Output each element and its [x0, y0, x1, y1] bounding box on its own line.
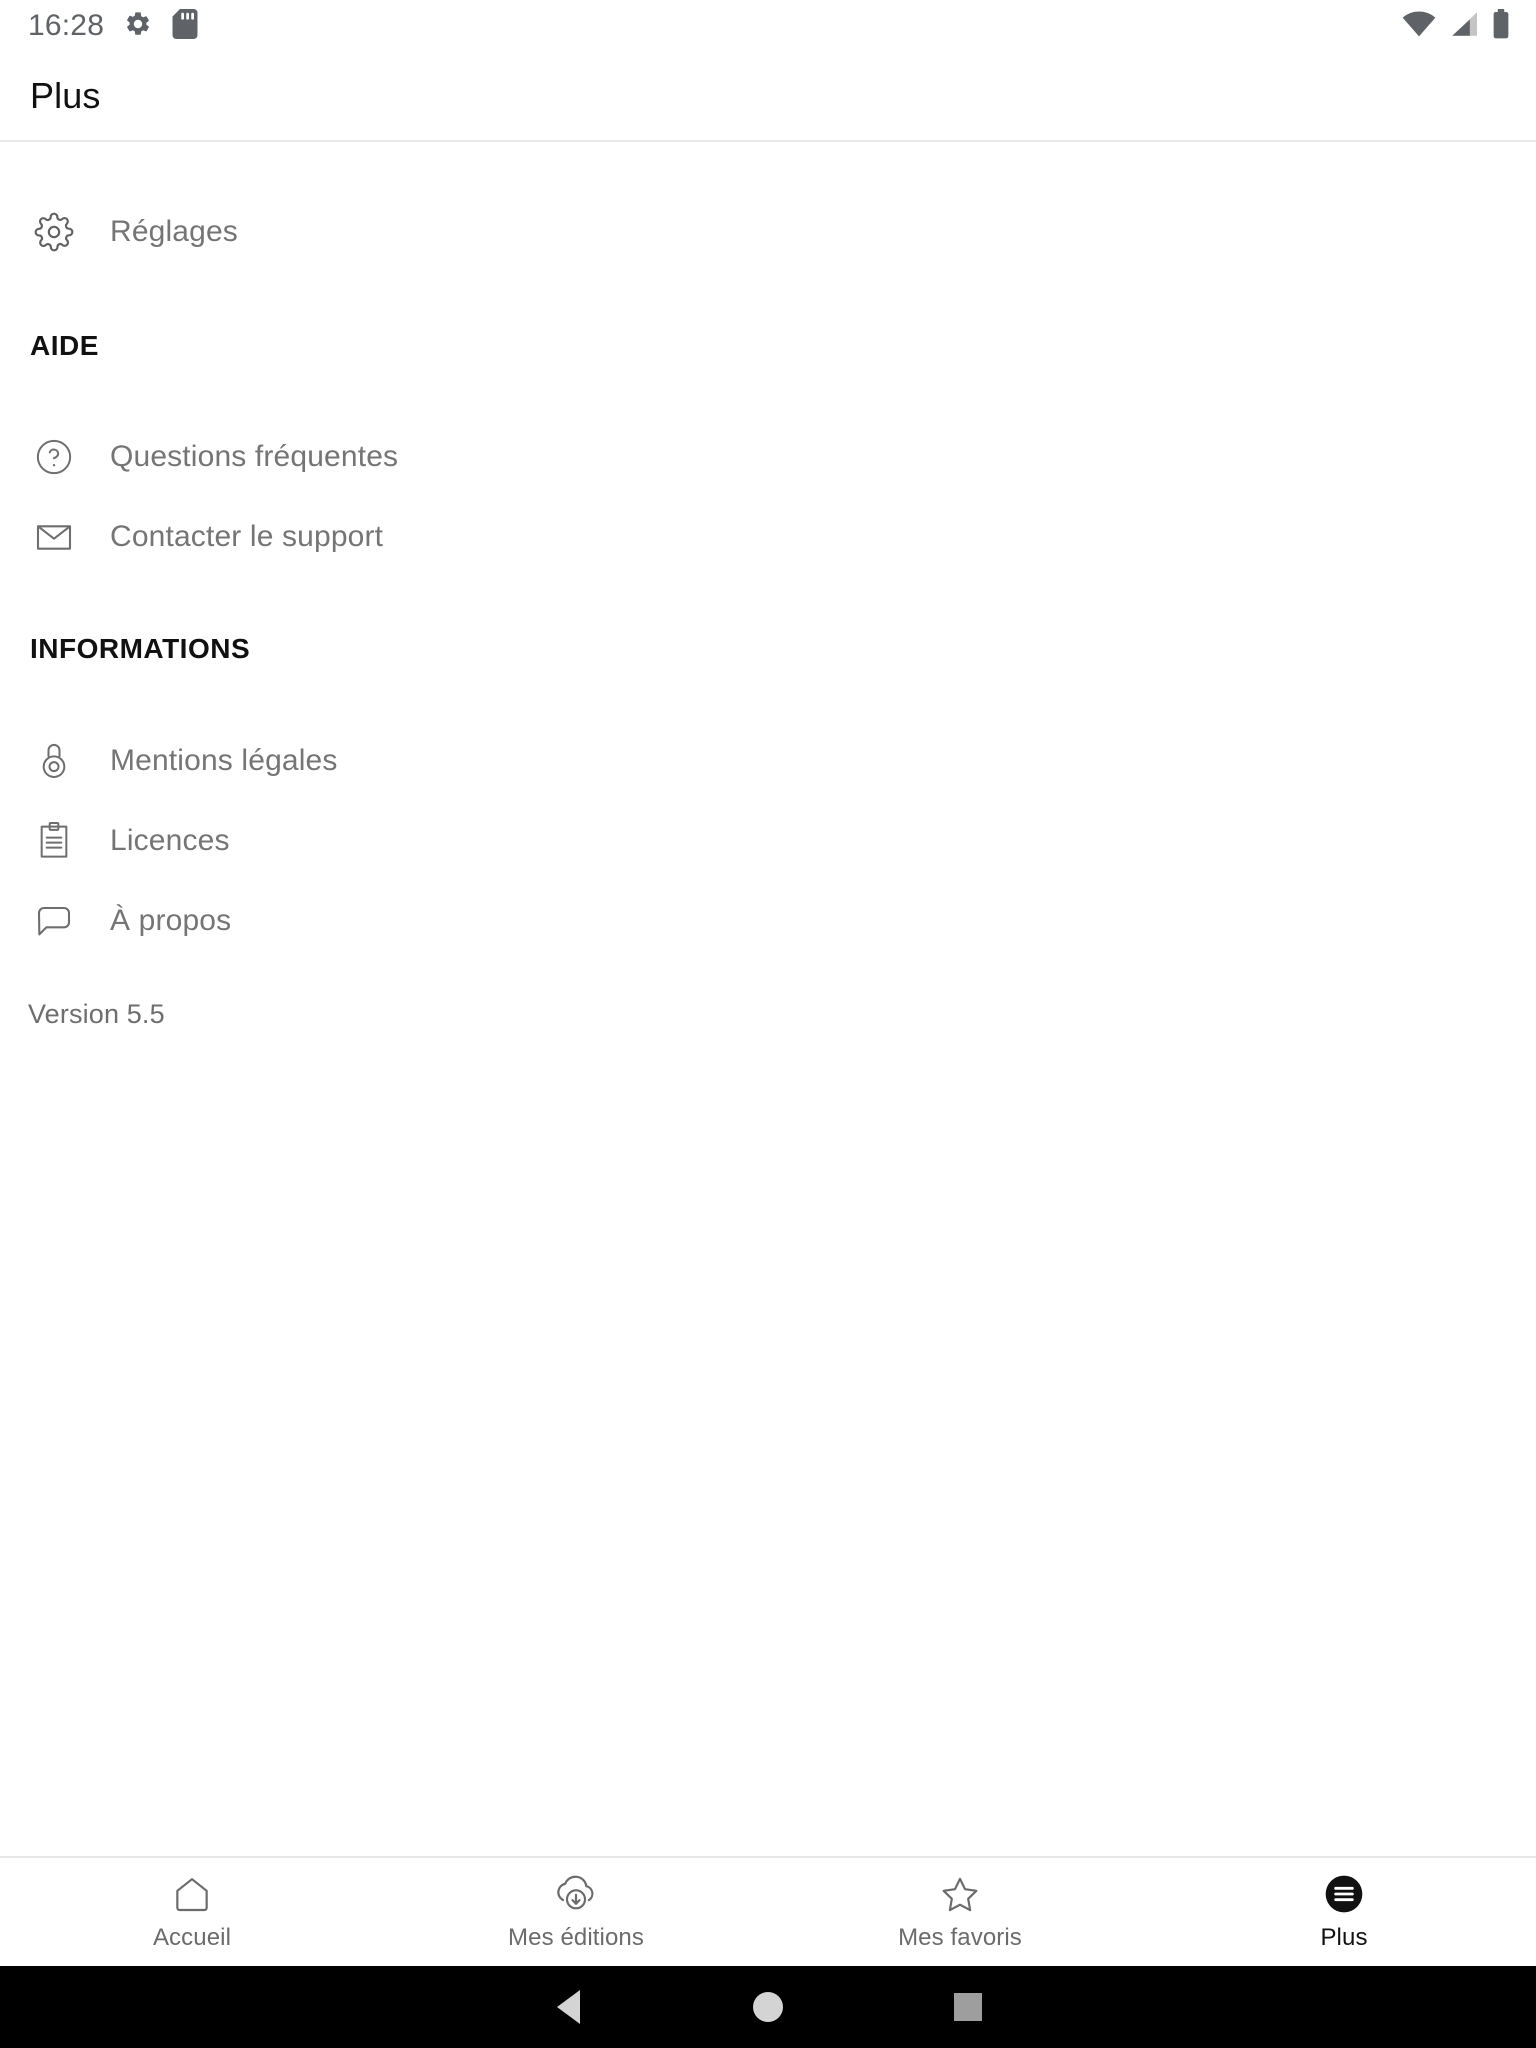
- app-bar: Plus: [0, 52, 1536, 140]
- download-circle-icon: [556, 1872, 596, 1914]
- list-item-label: Mentions légales: [110, 744, 338, 777]
- battery-icon: [1492, 8, 1510, 44]
- app-screen: 16:28 Plus Réglages AIDE Questions fréqu…: [0, 0, 1536, 2048]
- help-circle-icon: [26, 438, 82, 476]
- system-recents-button[interactable]: [868, 1993, 1068, 2021]
- status-bar: 16:28: [0, 0, 1536, 52]
- tab-mes-editions[interactable]: Mes éditions: [384, 1858, 768, 1966]
- status-bar-left: 16:28: [28, 8, 198, 44]
- clipboard-icon: [26, 821, 82, 861]
- status-bar-clock: 16:28: [28, 9, 105, 42]
- gear-icon: [26, 212, 82, 252]
- list-item-reglages[interactable]: Réglages: [0, 192, 1536, 272]
- list-item-label: Licences: [110, 824, 230, 857]
- bottom-navigation-bar: Accueil Mes éditions Mes favoris Plus: [0, 1856, 1536, 1966]
- section-header-informations: INFORMATIONS: [30, 633, 251, 664]
- list-item-contacter-le-support[interactable]: Contacter le support: [0, 497, 1536, 577]
- list-item-mentions-legales[interactable]: Mentions légales: [0, 721, 1536, 801]
- list-item-label: Questions fréquentes: [110, 440, 399, 473]
- tab-accueil[interactable]: Accueil: [0, 1858, 384, 1966]
- tab-label: Plus: [1320, 1924, 1368, 1951]
- list-item-questions-frequentes[interactable]: Questions fréquentes: [0, 417, 1536, 497]
- tab-plus[interactable]: Plus: [1152, 1858, 1536, 1966]
- tab-mes-favoris[interactable]: Mes favoris: [768, 1858, 1152, 1966]
- speech-bubble-icon: [26, 902, 82, 940]
- tab-label: Mes favoris: [898, 1924, 1022, 1951]
- gear-icon: [124, 10, 152, 43]
- cellular-signal-icon: [1449, 11, 1479, 42]
- list-item-licences[interactable]: Licences: [0, 801, 1536, 881]
- wifi-icon: [1402, 11, 1436, 42]
- status-bar-right: [1402, 8, 1510, 44]
- padlock-icon: [26, 741, 82, 781]
- section-header-aide: AIDE: [30, 330, 99, 361]
- settings-list: Réglages AIDE Questions fréquentes Conta…: [0, 142, 1536, 1856]
- list-item-label: À propos: [110, 904, 232, 937]
- back-triangle-icon: [556, 1990, 580, 2024]
- menu-circle-filled-icon: [1324, 1872, 1364, 1914]
- system-back-button[interactable]: [468, 1990, 668, 2024]
- page-title: Plus: [30, 75, 101, 116]
- list-item-label: Réglages: [110, 215, 238, 248]
- sd-card-icon: [172, 8, 198, 44]
- android-system-navigation-bar: [0, 1966, 1536, 2048]
- list-item-a-propos[interactable]: À propos: [0, 881, 1536, 961]
- list-item-label: Contacter le support: [110, 520, 384, 553]
- envelope-icon: [26, 517, 82, 557]
- recents-square-icon: [954, 1993, 982, 2021]
- tab-label: Mes éditions: [508, 1924, 644, 1951]
- app-version-label: Version 5.5: [28, 999, 165, 1029]
- home-icon: [172, 1872, 212, 1914]
- system-home-button[interactable]: [668, 1992, 868, 2022]
- tab-label: Accueil: [152, 1924, 232, 1951]
- home-circle-icon: [753, 1992, 783, 2022]
- star-icon: [939, 1872, 981, 1914]
